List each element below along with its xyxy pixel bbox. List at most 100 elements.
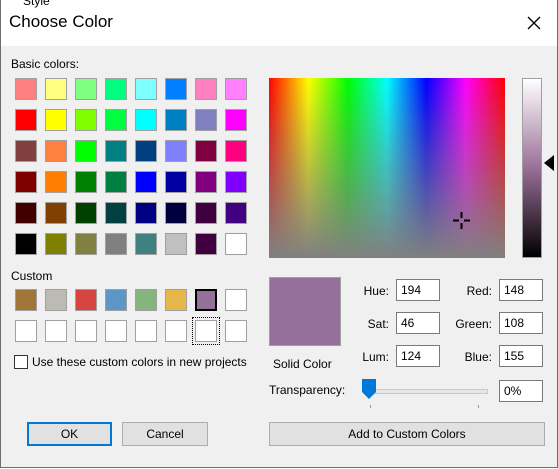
basic-color-swatch[interactable] — [45, 78, 67, 100]
basic-color-swatch[interactable] — [165, 171, 187, 193]
basic-color-swatch[interactable] — [75, 171, 97, 193]
basic-color-swatch[interactable] — [165, 140, 187, 162]
background-window-text: Style — [23, 0, 50, 8]
basic-color-swatch[interactable] — [165, 233, 187, 255]
basic-color-swatch[interactable] — [165, 78, 187, 100]
basic-color-swatch[interactable] — [195, 202, 217, 224]
basic-color-swatch[interactable] — [15, 140, 37, 162]
basic-color-swatch[interactable] — [225, 233, 247, 255]
basic-color-swatch[interactable] — [75, 109, 97, 131]
basic-color-swatch[interactable] — [135, 171, 157, 193]
custom-color-swatch[interactable] — [135, 320, 157, 342]
basic-color-swatch[interactable] — [165, 109, 187, 131]
basic-color-swatch[interactable] — [15, 171, 37, 193]
luminance-slider[interactable] — [522, 78, 542, 258]
basic-color-swatch[interactable] — [15, 233, 37, 255]
basic-color-swatch[interactable] — [75, 140, 97, 162]
custom-color-swatch[interactable] — [105, 320, 127, 342]
custom-color-swatch[interactable] — [135, 289, 157, 311]
basic-color-swatch[interactable] — [135, 233, 157, 255]
basic-color-swatch[interactable] — [15, 202, 37, 224]
basic-colors-label: Basic colors: — [11, 57, 80, 71]
close-icon — [527, 16, 541, 30]
basic-color-swatch[interactable] — [75, 202, 97, 224]
basic-color-swatch[interactable] — [195, 140, 217, 162]
lum-field[interactable]: 124 — [396, 345, 440, 367]
basic-color-swatch[interactable] — [105, 109, 127, 131]
basic-color-swatch[interactable] — [15, 109, 37, 131]
blue-label: Blue: — [464, 350, 492, 364]
choose-color-dialog: Style Choose Color Basic colors: Custom … — [0, 0, 558, 468]
basic-color-swatch[interactable] — [135, 202, 157, 224]
basic-color-swatch[interactable] — [165, 202, 187, 224]
solid-color-label: Solid Color — [273, 357, 332, 371]
basic-color-swatch[interactable] — [75, 78, 97, 100]
green-field[interactable]: 108 — [499, 312, 543, 334]
basic-color-swatch[interactable] — [195, 171, 217, 193]
custom-color-swatch[interactable] — [45, 320, 67, 342]
basic-color-swatch[interactable] — [45, 233, 67, 255]
custom-color-swatch[interactable] — [192, 317, 220, 345]
custom-color-swatch[interactable] — [165, 289, 187, 311]
custom-color-swatch[interactable] — [15, 289, 37, 311]
custom-colors-label: Custom — [11, 269, 53, 283]
custom-color-swatch[interactable] — [75, 289, 97, 311]
basic-color-swatch[interactable] — [105, 171, 127, 193]
use-custom-colors-label: Use these custom colors in new projects — [32, 355, 247, 369]
custom-color-swatch[interactable] — [75, 320, 97, 342]
add-to-custom-colors-button[interactable]: Add to Custom Colors — [269, 422, 545, 446]
basic-color-swatch[interactable] — [105, 78, 127, 100]
sat-field[interactable]: 46 — [396, 312, 440, 334]
dialog-title: Choose Color — [9, 12, 113, 31]
basic-color-swatch[interactable] — [45, 109, 67, 131]
red-label: Red: — [466, 284, 492, 298]
basic-color-swatch[interactable] — [135, 109, 157, 131]
basic-color-swatch[interactable] — [195, 233, 217, 255]
basic-color-swatch[interactable] — [105, 140, 127, 162]
basic-color-swatch[interactable] — [75, 233, 97, 255]
custom-color-swatch[interactable] — [195, 289, 217, 311]
custom-color-swatch[interactable] — [165, 320, 187, 342]
custom-color-swatch[interactable] — [45, 289, 67, 311]
use-custom-colors-checkbox[interactable] — [14, 355, 28, 369]
basic-color-swatch[interactable] — [45, 140, 67, 162]
basic-color-swatch[interactable] — [195, 109, 217, 131]
basic-color-swatch[interactable] — [195, 78, 217, 100]
ok-button[interactable]: OK — [27, 422, 112, 446]
hue-field[interactable]: 194 — [396, 279, 440, 301]
sat-label: Sat: — [367, 317, 389, 331]
basic-color-swatch[interactable] — [45, 202, 67, 224]
cancel-button[interactable]: Cancel — [122, 422, 208, 446]
color-spectrum[interactable] — [269, 78, 505, 258]
basic-color-swatch[interactable] — [105, 233, 127, 255]
basic-color-swatch[interactable] — [45, 171, 67, 193]
red-field[interactable]: 148 — [499, 279, 543, 301]
basic-color-swatch[interactable] — [225, 202, 247, 224]
basic-color-swatch[interactable] — [15, 78, 37, 100]
basic-color-swatch[interactable] — [225, 78, 247, 100]
transparency-label: Transparency: — [269, 383, 346, 397]
basic-color-swatch[interactable] — [225, 140, 247, 162]
hue-label: Hue: — [363, 284, 389, 298]
basic-color-swatch[interactable] — [105, 202, 127, 224]
basic-color-swatch[interactable] — [135, 78, 157, 100]
slider-tick — [370, 405, 371, 408]
basic-color-swatch[interactable] — [135, 140, 157, 162]
slider-tick — [478, 405, 479, 408]
lum-label: Lum: — [362, 350, 389, 364]
transparency-track[interactable] — [372, 389, 488, 394]
transparency-slider-thumb[interactable] — [362, 379, 376, 399]
crosshair-icon — [453, 212, 470, 229]
luminance-arrow-icon[interactable] — [544, 155, 554, 171]
green-label: Green: — [455, 317, 492, 331]
custom-color-swatch[interactable] — [15, 320, 37, 342]
basic-color-swatch[interactable] — [225, 171, 247, 193]
transparency-field[interactable]: 0% — [499, 380, 543, 402]
blue-field[interactable]: 155 — [499, 345, 543, 367]
custom-color-swatch[interactable] — [225, 320, 247, 342]
close-button[interactable] — [511, 0, 557, 46]
basic-color-swatch[interactable] — [225, 109, 247, 131]
title-bar: Style Choose Color — [1, 0, 557, 46]
custom-color-swatch[interactable] — [105, 289, 127, 311]
custom-color-swatch[interactable] — [225, 289, 247, 311]
